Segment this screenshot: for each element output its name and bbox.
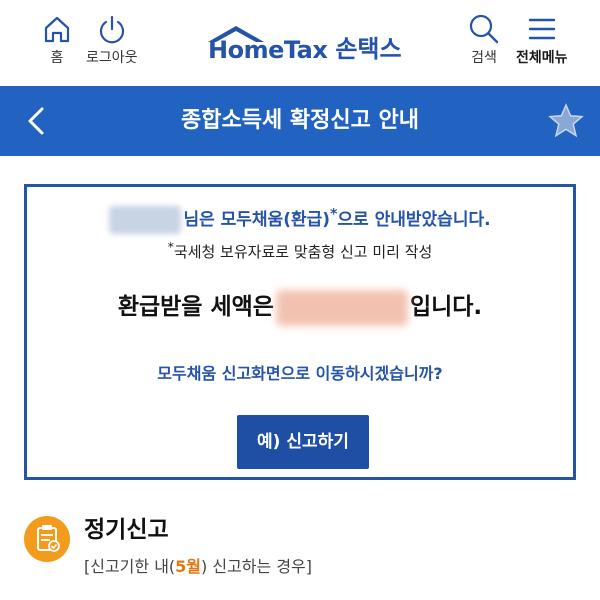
hometax-logo[interactable]: HomeTax 손택스 (206, 24, 402, 64)
chevron-left-icon (28, 107, 44, 135)
home-label: 홈 (50, 50, 64, 66)
star-icon (548, 103, 584, 138)
logo-subtext: 손택스 (335, 35, 402, 63)
notice-headline: 님은 모두채움(환급)*으로 안내받았습니다. (27, 205, 573, 234)
logout-button[interactable]: 로그아웃 (86, 14, 138, 67)
notice-footnote: *국세청 보유자료로 맞춤형 신고 미리 작성 (27, 239, 573, 262)
home-button[interactable]: 홈 (42, 14, 72, 67)
search-label: 검색 (471, 50, 497, 66)
page-title: 종합소득세 확정신고 안내 (181, 108, 419, 133)
refund-amount-line: 환급받을 세액은 입니다. (27, 287, 573, 326)
notice-headline-end: 으로 안내받았습니다. (337, 210, 491, 230)
refund-suffix: 입니다. (409, 294, 483, 320)
refund-notice-box: 님은 모두채움(환급)*으로 안내받았습니다. *국세청 보유자료로 맞춤형 신… (24, 184, 576, 480)
notice-headline-text: 님은 모두채움(환급) (183, 210, 331, 230)
search-icon (469, 14, 499, 44)
full-menu-button[interactable]: 전체메뉴 (516, 14, 568, 67)
section-description: [신고기한 내(5월) 신고하는 경우] (84, 553, 312, 577)
masked-user-name (109, 206, 182, 234)
search-button[interactable]: 검색 (468, 14, 500, 67)
title-bar: 종합소득세 확정신고 안내 (0, 86, 600, 156)
section-title: 정기신고 (84, 517, 169, 543)
logout-label: 로그아웃 (86, 50, 138, 66)
house-roof-icon (208, 26, 264, 42)
file-report-button[interactable]: 예) 신고하기 (237, 415, 369, 469)
move-question: 모두채움 신고화면으로 이동하시겠습니까? (157, 364, 443, 383)
clipboard-icon (24, 516, 70, 562)
desc-open: [신고기한 내( (84, 557, 176, 576)
home-icon (44, 16, 70, 43)
power-icon (99, 15, 124, 44)
app-screen: 홈 로그아웃 HomeTax 손택스 검색 전체메뉴 종합소득세 확정신고 안내… (0, 0, 600, 600)
favorite-button[interactable] (548, 103, 584, 143)
footnote-text: 국세청 보유자료로 맞춤형 신고 미리 작성 (173, 243, 433, 261)
refund-prefix: 환급받을 세액은 (117, 294, 274, 320)
back-button[interactable] (18, 101, 58, 141)
hamburger-menu-icon (528, 18, 555, 40)
desc-close: ) 신고하는 경우] (201, 557, 313, 576)
desc-highlight: 5월 (175, 557, 202, 576)
masked-refund-amount (275, 289, 408, 326)
full-menu-label: 전체메뉴 (516, 50, 568, 66)
top-header: 홈 로그아웃 HomeTax 손택스 검색 전체메뉴 (0, 0, 600, 86)
